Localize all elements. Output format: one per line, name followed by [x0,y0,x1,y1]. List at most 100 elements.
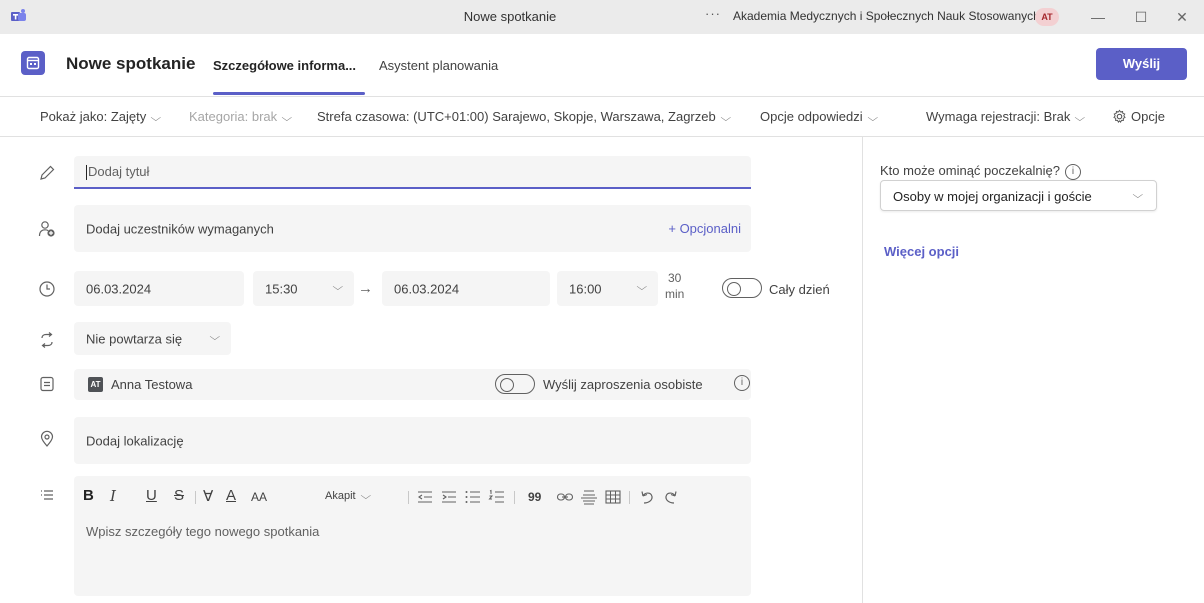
outdent-icon[interactable] [416,489,434,505]
location-input[interactable]: Dodaj lokalizację [74,417,751,464]
location-placeholder: Dodaj lokalizację [86,433,184,448]
font-color-button[interactable]: A [226,487,236,504]
repeat-dropdown[interactable]: Nie powtarza się ⌵ [74,322,231,355]
chevron-down-icon: ⌵ [1132,190,1144,201]
chevron-down-icon: ⌵ [360,491,371,502]
start-date-value: 06.03.2024 [86,281,152,296]
lobby-bypass-dropdown[interactable]: Osoby w mojej organizacji i goście ⌵ [880,180,1157,211]
end-date-input[interactable]: 06.03.2024 [382,271,550,306]
info-icon[interactable]: i [734,375,750,391]
minimize-button[interactable]: — [1083,6,1113,28]
calendar-icon [21,51,45,75]
registration-dropdown[interactable]: Wymaga rejestracji: Brak ⌵ [926,109,1086,124]
toolbar-divider [629,491,630,504]
toolbar-divider [514,491,515,504]
personal-invites-toggle[interactable] [495,374,535,394]
category-dropdown: Kategoria: brak ⌵ [189,109,293,124]
category-label: Kategoria: brak [189,109,278,124]
show-as-dropdown[interactable]: Pokaż jako: Zajęty ⌵ [40,109,162,124]
optional-attendees-link[interactable]: + Opcjonalni [668,221,741,236]
horizontal-rule-icon[interactable] [580,489,598,505]
repeat-value: Nie powtarza się [86,331,183,346]
quote-button[interactable]: 99 [528,490,541,504]
underline-button[interactable]: U [146,487,157,504]
info-icon[interactable]: i [1064,163,1081,180]
chevron-down-icon: ⌵ [720,113,731,124]
numbered-list-icon[interactable] [488,489,506,505]
end-time-dropdown[interactable]: 16:00 ⌵ [557,271,658,306]
calendar-owner-name: Anna Testowa [111,377,193,392]
more-options-link[interactable]: Więcej opcji [884,244,959,259]
more-options-icon[interactable]: ··· [705,6,721,21]
duration-unit: min [665,287,685,301]
account-avatar[interactable]: AT [1035,8,1059,26]
toolbar-divider [408,491,409,504]
send-button[interactable]: Wyślij [1096,48,1187,80]
options-button[interactable]: Opcje [1112,109,1165,124]
active-tab-indicator [213,92,365,95]
attendees-placeholder: Dodaj uczestników wymaganych [86,221,274,236]
tab-scheduling-assistant[interactable]: Asystent planowania [379,58,498,73]
link-icon[interactable] [556,489,574,505]
page-title: Nowe spotkanie [66,54,196,73]
undo-icon[interactable] [638,489,656,505]
indent-icon[interactable] [440,489,458,505]
lobby-bypass-text: Kto może ominąć poczekalnię? [880,163,1060,178]
all-day-toggle[interactable] [722,278,762,298]
start-date-input[interactable]: 06.03.2024 [74,271,244,306]
lobby-bypass-value: Osoby w mojej organizacji i goście [893,189,1092,204]
gear-icon [1113,109,1126,123]
calendar-owner-avatar: AT [88,377,103,392]
start-time-dropdown[interactable]: 15:30 ⌵ [253,271,354,306]
window-titlebar: Nowe spotkanie ··· Akademia Medycznych i… [0,0,1204,34]
close-button[interactable]: ✕ [1167,6,1197,28]
chevron-down-icon: ⌵ [332,282,344,293]
maximize-button[interactable]: ☐ [1126,6,1156,28]
timezone-label: Strefa czasowa: (UTC+01:00) Sarajewo, Sk… [317,109,716,124]
panel-divider [862,137,863,603]
response-options-dropdown[interactable]: Opcje odpowiedzi ⌵ [760,109,878,124]
italic-button[interactable]: I [110,487,116,505]
strikethrough-button[interactable]: S [174,487,184,504]
chevron-down-icon: ⌵ [281,113,293,124]
response-options-label: Opcje odpowiedzi [760,109,863,124]
chevron-down-icon: ⌵ [636,282,648,293]
details-placeholder: Wpisz szczegóły tego nowego spotkania [86,524,320,539]
options-label: Opcje [1131,109,1165,124]
show-as-label: Pokaż jako: Zajęty [40,109,147,124]
pencil-icon [40,165,55,180]
bold-button[interactable]: B [83,487,94,504]
calendar-select[interactable]: AT Anna Testowa Wyślij zaproszenia osobi… [74,369,751,400]
highlight-button[interactable]: ∀ [203,487,213,505]
all-day-label: Cały dzień [769,282,830,297]
text-details-icon [41,490,53,500]
title-placeholder: Dodaj tytuł [88,163,150,179]
paragraph-style-label: Akapit [325,490,356,502]
end-time-value: 16:00 [569,281,602,296]
repeat-icon [41,332,53,348]
location-icon [40,430,54,447]
timezone-dropdown[interactable]: Strefa czasowa: (UTC+01:00) Sarajewo, Sk… [317,109,731,124]
redo-icon[interactable] [662,489,680,505]
calendar-select-icon [40,376,54,392]
duration: 30 min [665,270,684,302]
chevron-down-icon: ⌵ [150,113,162,124]
paragraph-style-dropdown[interactable]: Akapit ⌵ [325,490,371,502]
table-icon[interactable] [604,489,622,505]
toolbar-divider [195,491,196,504]
chevron-down-icon: ⌵ [209,332,221,343]
lobby-bypass-label: Kto może ominąć poczekalnię? i [880,163,1081,180]
add-people-icon [38,221,55,237]
bulleted-list-icon[interactable] [464,489,482,505]
title-input[interactable]: Dodaj tytuł [74,156,751,189]
chevron-down-icon: ⌵ [867,113,878,124]
organization-name[interactable]: Akademia Medycznych i Społecznych Nauk S… [733,9,1040,23]
arrow-right-icon: → [358,280,373,297]
end-date-value: 06.03.2024 [394,281,460,296]
font-size-button[interactable]: AA [251,490,267,504]
attendees-input[interactable]: Dodaj uczestników wymaganych + Opcjonaln… [74,205,751,252]
tab-details[interactable]: Szczegółowe informa... [213,58,356,73]
personal-invites-label: Wyślij zaproszenia osobiste [543,377,703,392]
chevron-down-icon: ⌵ [1074,113,1086,124]
duration-value: 30 [667,271,682,285]
